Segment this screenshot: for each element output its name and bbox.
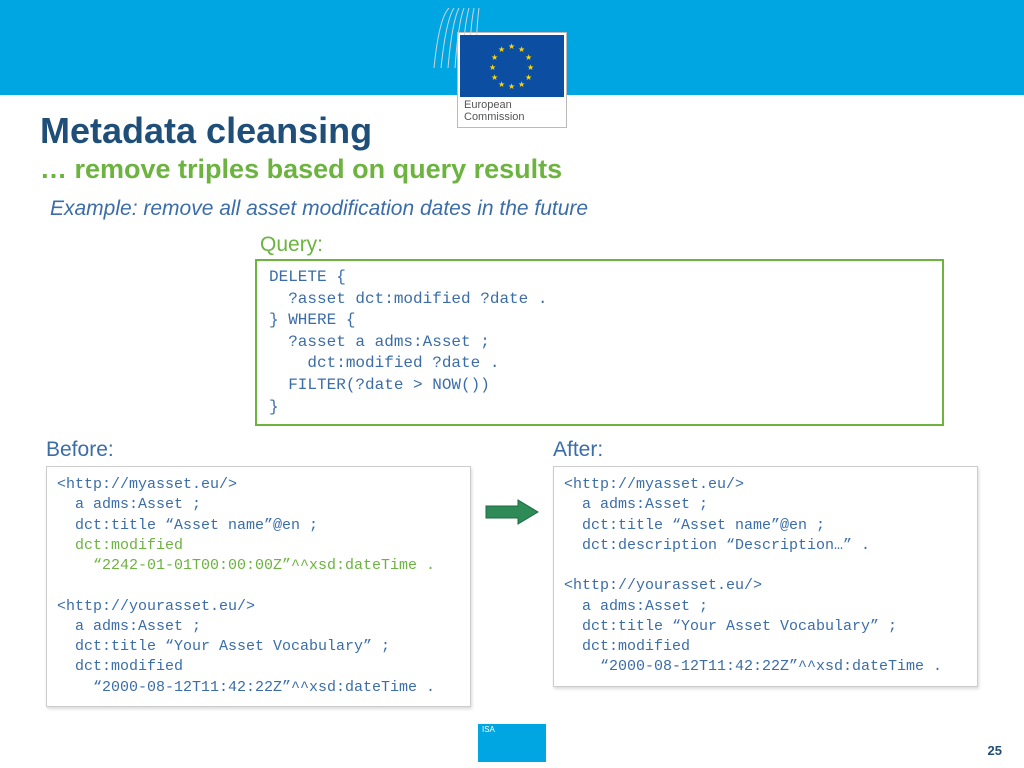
- slide-content: Metadata cleansing … remove triples base…: [0, 95, 1024, 707]
- eu-flag-icon: ★ ★ ★ ★ ★ ★ ★ ★ ★ ★ ★ ★: [460, 35, 564, 97]
- logo-label: EuropeanCommission: [460, 97, 564, 125]
- example-text: Example: remove all asset modification d…: [50, 197, 984, 221]
- after-label: After:: [553, 438, 978, 462]
- query-code-box: DELETE { ?asset dct:modified ?date . } W…: [255, 259, 944, 426]
- arrow-right-icon: [484, 498, 540, 526]
- before-code-box: <http://myasset.eu/> a adms:Asset ; dct:…: [46, 466, 471, 707]
- query-label: Query:: [260, 233, 984, 257]
- after-code-box: <http://myasset.eu/> a adms:Asset ; dct:…: [553, 466, 978, 687]
- ec-logo: ★ ★ ★ ★ ★ ★ ★ ★ ★ ★ ★ ★ EuropeanCommissi…: [457, 32, 567, 128]
- slide-subtitle: … remove triples based on query results: [40, 154, 984, 185]
- before-label: Before:: [46, 438, 471, 462]
- before-after-row: Before: <http://myasset.eu/> a adms:Asse…: [40, 438, 984, 707]
- isa-badge: ISA: [478, 724, 546, 762]
- page-number: 25: [988, 743, 1002, 758]
